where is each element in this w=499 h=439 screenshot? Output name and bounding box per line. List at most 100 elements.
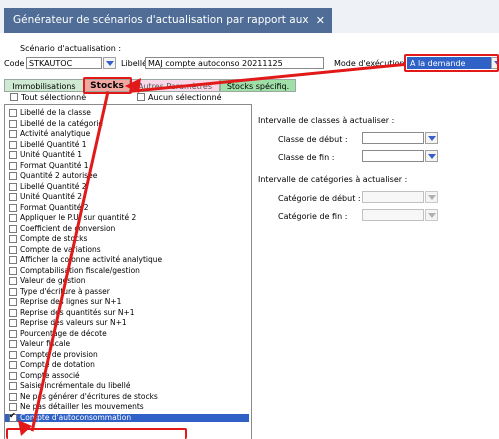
field-option[interactable]: Compte de variations <box>9 244 101 254</box>
field-option[interactable]: Compte de provision <box>9 349 98 359</box>
field-option-checkbox[interactable] <box>9 224 17 233</box>
field-option-label: Libellé de la catégorie <box>20 118 104 128</box>
field-option-checkbox[interactable] <box>9 256 17 264</box>
field-option[interactable]: Libellé de la classe <box>9 109 91 117</box>
scenario-section-label: Scénario d'actualisation : <box>20 44 122 53</box>
category-end-label: Catégorie de fin : <box>278 212 348 221</box>
field-option-checkbox[interactable] <box>9 266 17 275</box>
field-option[interactable]: Valeur fiscale <box>9 340 70 348</box>
category-end-dropdown-icon <box>425 209 438 221</box>
field-option[interactable]: Compte d'autoconsommation <box>5 412 249 422</box>
class-start-dropdown-icon[interactable] <box>425 132 438 144</box>
field-option-label: Compte de dotation <box>20 360 95 369</box>
field-option-checkbox[interactable] <box>9 203 17 212</box>
field-option-checkbox[interactable] <box>9 308 17 317</box>
code-field[interactable]: STKAUTOC <box>26 57 102 69</box>
select-none-label: Aucun sélectionné <box>148 93 222 102</box>
field-option[interactable]: Unité Quantité 1 <box>9 151 82 159</box>
field-option[interactable]: Ne pas détailler les mouvements <box>9 403 144 411</box>
field-option[interactable]: Reprise des valeurs sur N+1 <box>9 319 127 327</box>
field-option-label: Coefficient de conversion <box>20 223 116 233</box>
field-option-checkbox[interactable] <box>9 245 17 254</box>
field-option-label: Compte associé <box>20 370 80 380</box>
field-option[interactable]: Libellé de la catégorie <box>9 118 104 128</box>
code-dropdown-icon[interactable] <box>103 57 116 69</box>
field-option-checkbox[interactable] <box>9 109 17 117</box>
field-option[interactable]: Type d'écriture à passer <box>9 287 110 296</box>
field-option-checkbox[interactable] <box>9 392 17 401</box>
close-icon[interactable]: ✕ <box>316 8 325 33</box>
field-option-checkbox[interactable] <box>9 319 17 327</box>
select-all-checkbox[interactable] <box>10 93 18 101</box>
categories-section-label: Intervalle de catégories à actualiser : <box>258 175 408 184</box>
select-none-checkbox[interactable] <box>137 93 145 101</box>
field-option-label: Compte de provision <box>20 349 98 359</box>
field-option-label: Format Quantité 2 <box>20 202 89 212</box>
class-end-dropdown-icon[interactable] <box>425 150 438 162</box>
field-option-label: Libellé Quantité 2 <box>20 181 87 191</box>
field-option-checkbox[interactable] <box>9 298 17 306</box>
field-option-checkbox[interactable] <box>9 214 17 222</box>
class-start-label: Classe de début : <box>278 135 348 144</box>
field-option[interactable]: Format Quantité 1 <box>9 160 89 170</box>
field-option-label: Unité Quantité 2 <box>20 192 83 201</box>
field-option-checkbox[interactable] <box>9 172 17 180</box>
field-option[interactable]: Unité Quantité 2 <box>9 193 82 201</box>
field-option-label: Reprise des quantités sur N+1 <box>20 307 135 317</box>
field-option-checkbox[interactable] <box>9 403 17 411</box>
field-option-checkbox[interactable] <box>9 361 17 369</box>
tab-immobilisations[interactable]: Immobilisations <box>4 79 84 92</box>
select-all-option[interactable]: Tout sélectionné <box>10 93 86 102</box>
field-option-checkbox[interactable] <box>9 130 17 138</box>
field-option-label: Valeur de gestion <box>20 276 86 285</box>
libelle-field[interactable]: MAJ compte autoconso 20211125 <box>145 57 324 69</box>
class-end-field[interactable] <box>362 150 424 162</box>
field-option[interactable]: Afficher la colonne activité analytique <box>9 256 162 264</box>
field-option[interactable]: Appliquer le P.U. sur quantité 2 <box>9 214 136 222</box>
field-option[interactable]: Saisie incrémentale du libellé <box>9 382 130 390</box>
field-option[interactable]: Valeur de gestion <box>9 277 85 285</box>
field-option[interactable]: Ne pas générer d'écritures de stocks <box>9 392 158 401</box>
window-tab[interactable]: Générateur de scénarios d'actualisation … <box>4 8 332 51</box>
field-option[interactable]: Quantité 2 autorisée <box>9 172 97 180</box>
category-start-field <box>362 191 424 203</box>
field-option[interactable]: Comptabilisation fiscale/gestion <box>9 266 140 275</box>
field-option-checkbox[interactable] <box>9 140 17 149</box>
field-option[interactable]: Activité analytique <box>9 130 90 138</box>
field-option-checkbox[interactable] <box>9 371 17 380</box>
field-option-label: Unité Quantité 1 <box>20 150 83 159</box>
class-start-field[interactable] <box>362 132 424 144</box>
field-option-label: Saisie incrémentale du libellé <box>20 381 131 390</box>
field-option-checkbox[interactable] <box>9 412 17 422</box>
field-option-checkbox[interactable] <box>9 329 17 338</box>
field-option-label: Compte de variations <box>20 244 101 254</box>
field-option-label: Pourcentage de décote <box>20 328 107 338</box>
field-option-label: Activité analytique <box>20 129 91 138</box>
field-option-checkbox[interactable] <box>9 277 17 285</box>
field-option-label: Valeur fiscale <box>20 339 71 348</box>
field-option[interactable]: Coefficient de conversion <box>9 223 116 233</box>
field-option[interactable]: Libellé Quantité 2 <box>9 181 87 191</box>
field-option-label: Format Quantité 1 <box>20 160 89 170</box>
field-option[interactable]: Libellé Quantité 1 <box>9 140 87 149</box>
field-option-checkbox[interactable] <box>9 151 17 159</box>
field-option[interactable]: Pourcentage de décote <box>9 328 107 338</box>
select-none-option[interactable]: Aucun sélectionné <box>137 93 222 102</box>
field-option-label: Reprise des valeurs sur N+1 <box>20 318 127 327</box>
field-option-checkbox[interactable] <box>9 235 17 243</box>
field-option-checkbox[interactable] <box>9 287 17 296</box>
field-option[interactable]: Compte de dotation <box>9 361 95 369</box>
field-option[interactable]: Reprise des quantités sur N+1 <box>9 307 135 317</box>
field-option[interactable]: Reprise des lignes sur N+1 <box>9 298 121 306</box>
field-option-checkbox[interactable] <box>9 340 17 348</box>
field-option-checkbox[interactable] <box>9 161 17 170</box>
annotation-arrowhead-tab <box>125 78 141 93</box>
field-option-checkbox[interactable] <box>9 193 17 201</box>
title-bar: Générateur de scénarios d'actualisation … <box>0 0 499 51</box>
field-option-checkbox[interactable] <box>9 382 17 390</box>
field-option[interactable]: Format Quantité 2 <box>9 202 89 212</box>
field-option-checkbox[interactable] <box>9 119 17 128</box>
field-option-checkbox[interactable] <box>9 182 17 191</box>
field-option-checkbox[interactable] <box>9 350 17 359</box>
annotation-arrowhead-item <box>18 420 32 436</box>
